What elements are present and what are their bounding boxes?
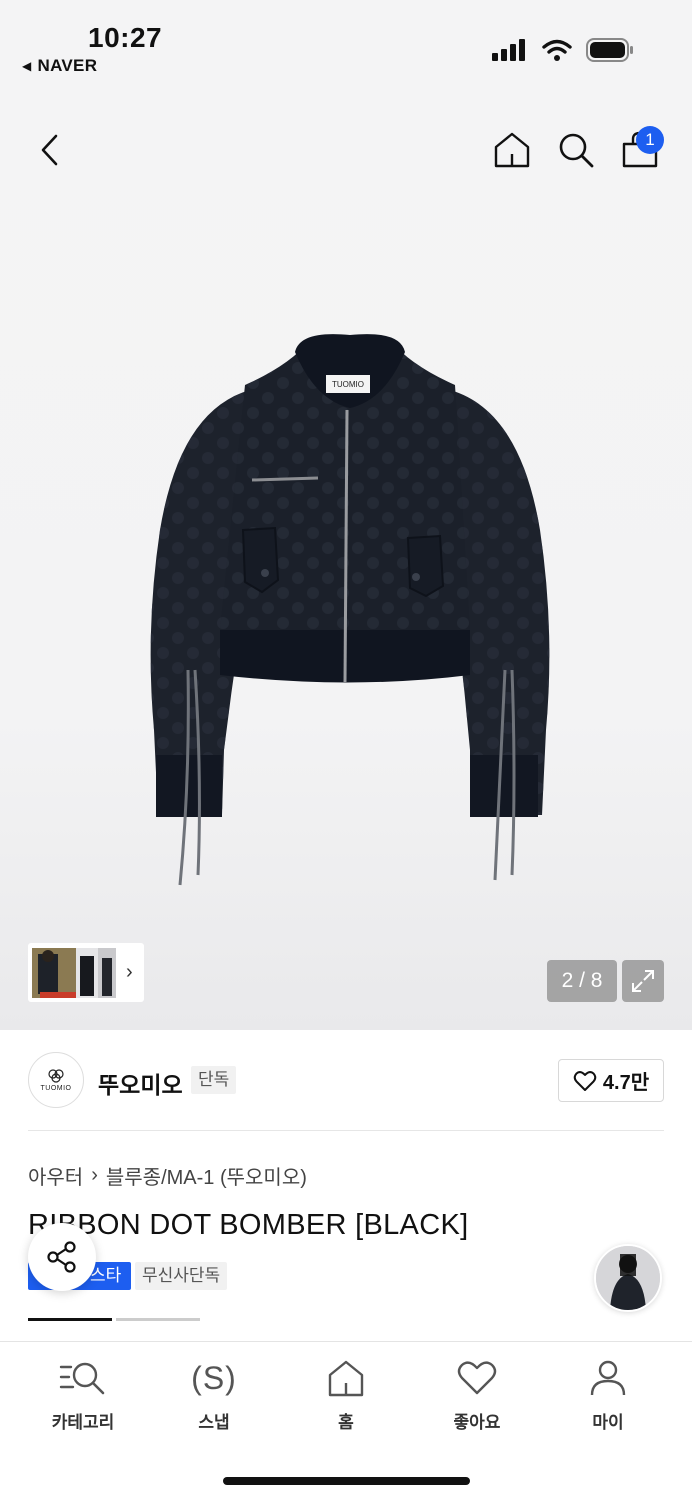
brand-logo[interactable]: TUOMIO [28, 1052, 84, 1108]
product-image: TUOMIO [150, 334, 550, 886]
home-icon[interactable] [492, 130, 532, 170]
expand-icon[interactable] [622, 960, 664, 1002]
back-app-label: NAVER [37, 56, 98, 75]
breadcrumb: 아우터 › 블루종/MA-1 (뚜오미오) [28, 1161, 307, 1190]
avatar-image [596, 1246, 660, 1310]
product-page: 10:27 ◀ NAVER 1 TUOMIO › 2 / 8 TUOMIO 뚜오… [0, 0, 692, 1500]
brand-name[interactable]: 뚜오미오 [98, 1066, 183, 1100]
divider [28, 1130, 664, 1131]
brand-flower-icon [48, 1068, 64, 1083]
like-count: 4.7만 [602, 1072, 650, 1094]
section-tab-active-indicator [28, 1318, 112, 1321]
tab-my[interactable]: 마이 [553, 1356, 663, 1433]
status-icons [492, 38, 634, 62]
chevron-right-icon[interactable]: › [126, 961, 133, 984]
musinsa-exclusive-badge: 무신사단독 [135, 1262, 228, 1290]
product-image-gallery[interactable]: 10:27 ◀ NAVER 1 TUOMIO › 2 / 8 [0, 0, 692, 1030]
signal-icon [492, 39, 525, 61]
wifi-icon [542, 39, 572, 61]
back-triangle-icon: ◀ [22, 59, 32, 73]
snap-avatar-button[interactable] [594, 1244, 662, 1312]
tab-category-label: 카테고리 [51, 1413, 115, 1432]
tab-home-label: 홈 [338, 1413, 354, 1432]
tab-my-label: 마이 [592, 1413, 624, 1432]
share-icon [47, 1241, 76, 1273]
svg-text:TUOMIO: TUOMIO [332, 380, 364, 389]
image-counter: 2 / 8 [547, 960, 617, 1002]
breadcrumb-category[interactable]: 아우터 [28, 1161, 83, 1190]
tab-home[interactable]: 홈 [291, 1356, 401, 1433]
back-to-app[interactable]: ◀ NAVER [22, 56, 97, 76]
tab-category[interactable]: 카테고리 [28, 1356, 138, 1433]
back-icon[interactable] [34, 130, 70, 170]
chevron-right-icon: › [91, 1164, 98, 1186]
battery-icon [586, 38, 633, 62]
share-button[interactable] [28, 1223, 96, 1291]
tab-snap-label: 스냅 [198, 1413, 230, 1432]
search-icon[interactable] [556, 130, 596, 170]
product-title: RIBBON DOT BOMBER [BLACK] [28, 1209, 469, 1241]
breadcrumb-subcategory[interactable]: 블루종/MA-1 (뚜오미오) [106, 1161, 307, 1190]
heart-icon [457, 1361, 497, 1395]
home-indicator[interactable] [223, 1477, 470, 1485]
tab-snap[interactable]: (S) 스냅 [159, 1356, 269, 1433]
person-icon [590, 1360, 626, 1396]
thumbnail-strip[interactable]: › [28, 943, 144, 1002]
brand-like-button[interactable]: 4.7만 [558, 1059, 664, 1102]
tab-likes-label: 좋아요 [453, 1413, 501, 1432]
home-icon [328, 1360, 364, 1397]
snap-icon: (S) [191, 1359, 237, 1396]
section-tab-indicator [116, 1318, 200, 1321]
brand-logo-text: TUOMIO [40, 1084, 72, 1092]
brand-exclusive-tag: 단독 [191, 1066, 237, 1094]
tab-likes[interactable]: 좋아요 [422, 1356, 532, 1433]
thumbnail-image [32, 947, 116, 998]
cart-count-badge: 1 [636, 126, 664, 154]
heart-icon [573, 1070, 597, 1091]
status-time: 10:27 [88, 22, 163, 53]
category-search-icon [59, 1362, 105, 1395]
